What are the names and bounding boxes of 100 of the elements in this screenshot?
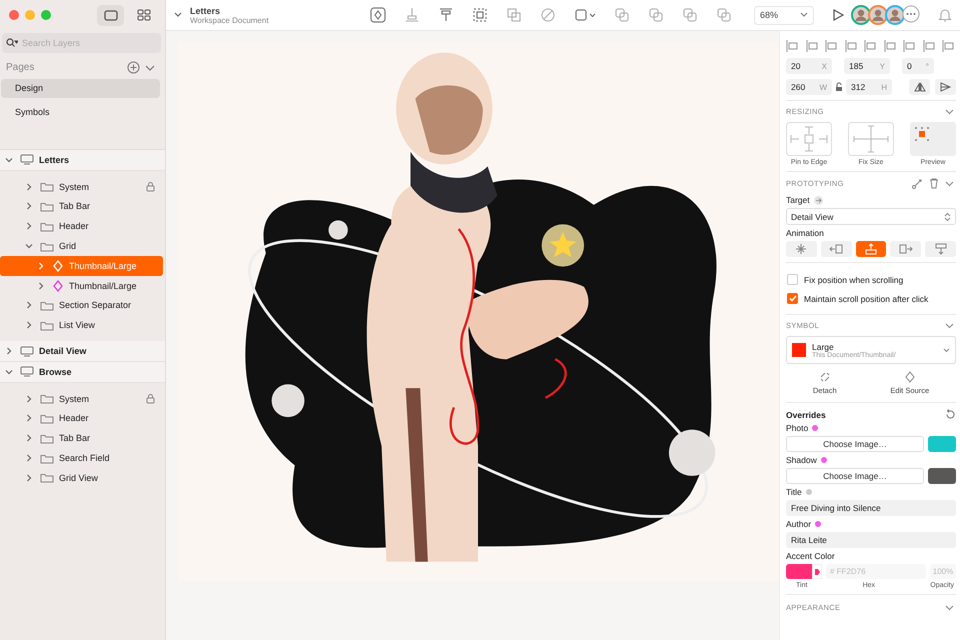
animation-option-button[interactable] [890,241,922,257]
reset-icon[interactable] [945,409,956,420]
chevron-right-icon[interactable] [25,474,33,482]
group-icon[interactable] [472,7,488,23]
chevron-down-icon[interactable] [174,12,182,18]
mask-icon[interactable] [540,7,556,23]
animation-option-button[interactable] [925,241,956,257]
checkbox[interactable] [787,274,798,285]
zoom-dropdown[interactable]: 68% [754,6,814,24]
distribute-icon[interactable] [438,7,454,23]
chevron-right-icon[interactable] [37,282,45,290]
align-icon[interactable] [825,39,839,53]
fix-size-control[interactable] [848,122,894,156]
flip-horizontal-button[interactable] [909,79,930,95]
frame-icon[interactable] [574,7,596,23]
layer-row[interactable]: Grid View [0,468,165,488]
chevron-down-icon[interactable] [945,604,954,610]
align-icon[interactable] [942,39,956,53]
page-item[interactable]: Symbols [1,103,160,122]
chevron-down-icon[interactable] [945,108,954,114]
layer-row[interactable]: Header [0,408,165,428]
link-icon[interactable] [912,178,923,189]
chevron-right-icon[interactable] [25,321,33,330]
chevron-right-icon[interactable] [25,414,33,422]
number-field[interactable]: 312 H [846,79,892,95]
chevron-down-icon[interactable] [5,368,13,376]
boolean-icon[interactable] [614,7,630,23]
animation-option-button[interactable] [856,241,886,257]
avatar-icon[interactable] [885,5,905,25]
layer-row[interactable]: Tab Bar [0,196,165,216]
text-field[interactable]: Free Diving into Silence [786,500,956,516]
layer-row[interactable]: Header [0,216,165,236]
align-icon[interactable] [922,39,936,53]
animation-option-button[interactable] [820,241,852,257]
number-field[interactable]: 20 X [786,58,832,74]
zoom-button[interactable] [41,10,51,20]
choose-image-button[interactable]: Choose Image… [786,436,924,452]
chevron-right-icon[interactable] [37,262,45,270]
chevron-down-icon[interactable] [945,180,954,186]
layer-row[interactable]: List View [0,315,165,336]
chevron-right-icon[interactable] [25,394,33,403]
avatar-icon[interactable] [851,5,871,25]
chevron-down-icon[interactable] [145,64,155,72]
layer-row[interactable]: Grid [0,236,165,256]
trash-icon[interactable] [929,178,939,189]
more-icon[interactable] [902,5,920,23]
text-field[interactable]: Rita Leite [786,532,956,548]
pin-to-edge-control[interactable] [786,122,832,156]
target-dropdown[interactable]: Detail View [786,208,956,225]
search-field[interactable]: Search Layers [2,33,161,53]
chevron-down-icon[interactable] [945,322,954,328]
close-button[interactable] [9,10,19,20]
bell-icon[interactable] [938,7,952,23]
layer-row[interactable]: Letters [0,150,165,171]
tint-swatch[interactable] [786,564,812,579]
layers-icon[interactable] [506,7,522,23]
page-item[interactable]: Design [1,79,160,98]
chevron-down-icon[interactable] [25,242,33,250]
align-icon[interactable] [844,39,858,53]
color-picker-icon[interactable] [812,564,822,579]
number-field[interactable]: 0 ° [902,58,934,74]
flip-vertical-button[interactable] [935,79,956,95]
chevron-right-icon[interactable] [25,301,33,310]
align-icon[interactable] [864,39,878,53]
layer-row[interactable]: Search Field [0,448,165,468]
layer-row[interactable]: Thumbnail/Large [0,276,165,296]
unlocked-icon[interactable] [835,82,843,92]
boolean-icon[interactable] [648,7,664,23]
shadow-swatch[interactable] [928,468,956,484]
avatar-icon[interactable] [868,5,888,25]
align-icon[interactable] [884,39,898,53]
align-icon[interactable] [786,39,800,53]
lock-icon[interactable] [146,181,155,192]
animation-option-button[interactable] [786,241,817,257]
layer-row[interactable]: Tab Bar [0,428,165,448]
number-field[interactable]: 185 Y [844,58,890,74]
chevron-down-icon[interactable] [5,156,13,164]
chevron-right-icon[interactable] [25,454,33,462]
boolean-icon[interactable] [716,7,732,23]
boolean-icon[interactable] [682,7,698,23]
checkbox[interactable] [787,293,798,304]
lock-icon[interactable] [146,393,155,404]
layer-row[interactable]: Section Separator [0,296,165,316]
choose-image-button[interactable]: Choose Image… [786,468,924,484]
number-field[interactable]: 260 W [786,79,832,95]
layer-row[interactable]: System [0,176,165,197]
chevron-right-icon[interactable] [25,182,33,191]
canvas-view-button[interactable] [97,4,124,26]
symbol-icon[interactable] [370,7,386,23]
align-icon[interactable] [806,39,820,53]
align-icon[interactable] [903,39,917,53]
layer-row[interactable]: Browse [0,362,165,383]
chevron-right-icon[interactable] [25,222,33,230]
chevron-right-icon[interactable] [5,347,13,356]
layer-row[interactable]: Detail View [0,341,165,362]
chevron-right-icon[interactable] [25,434,33,442]
chevron-right-icon[interactable] [25,202,33,210]
add-page-icon[interactable] [127,61,140,74]
align-icon[interactable] [404,7,420,23]
layer-row[interactable]: System [0,388,165,409]
